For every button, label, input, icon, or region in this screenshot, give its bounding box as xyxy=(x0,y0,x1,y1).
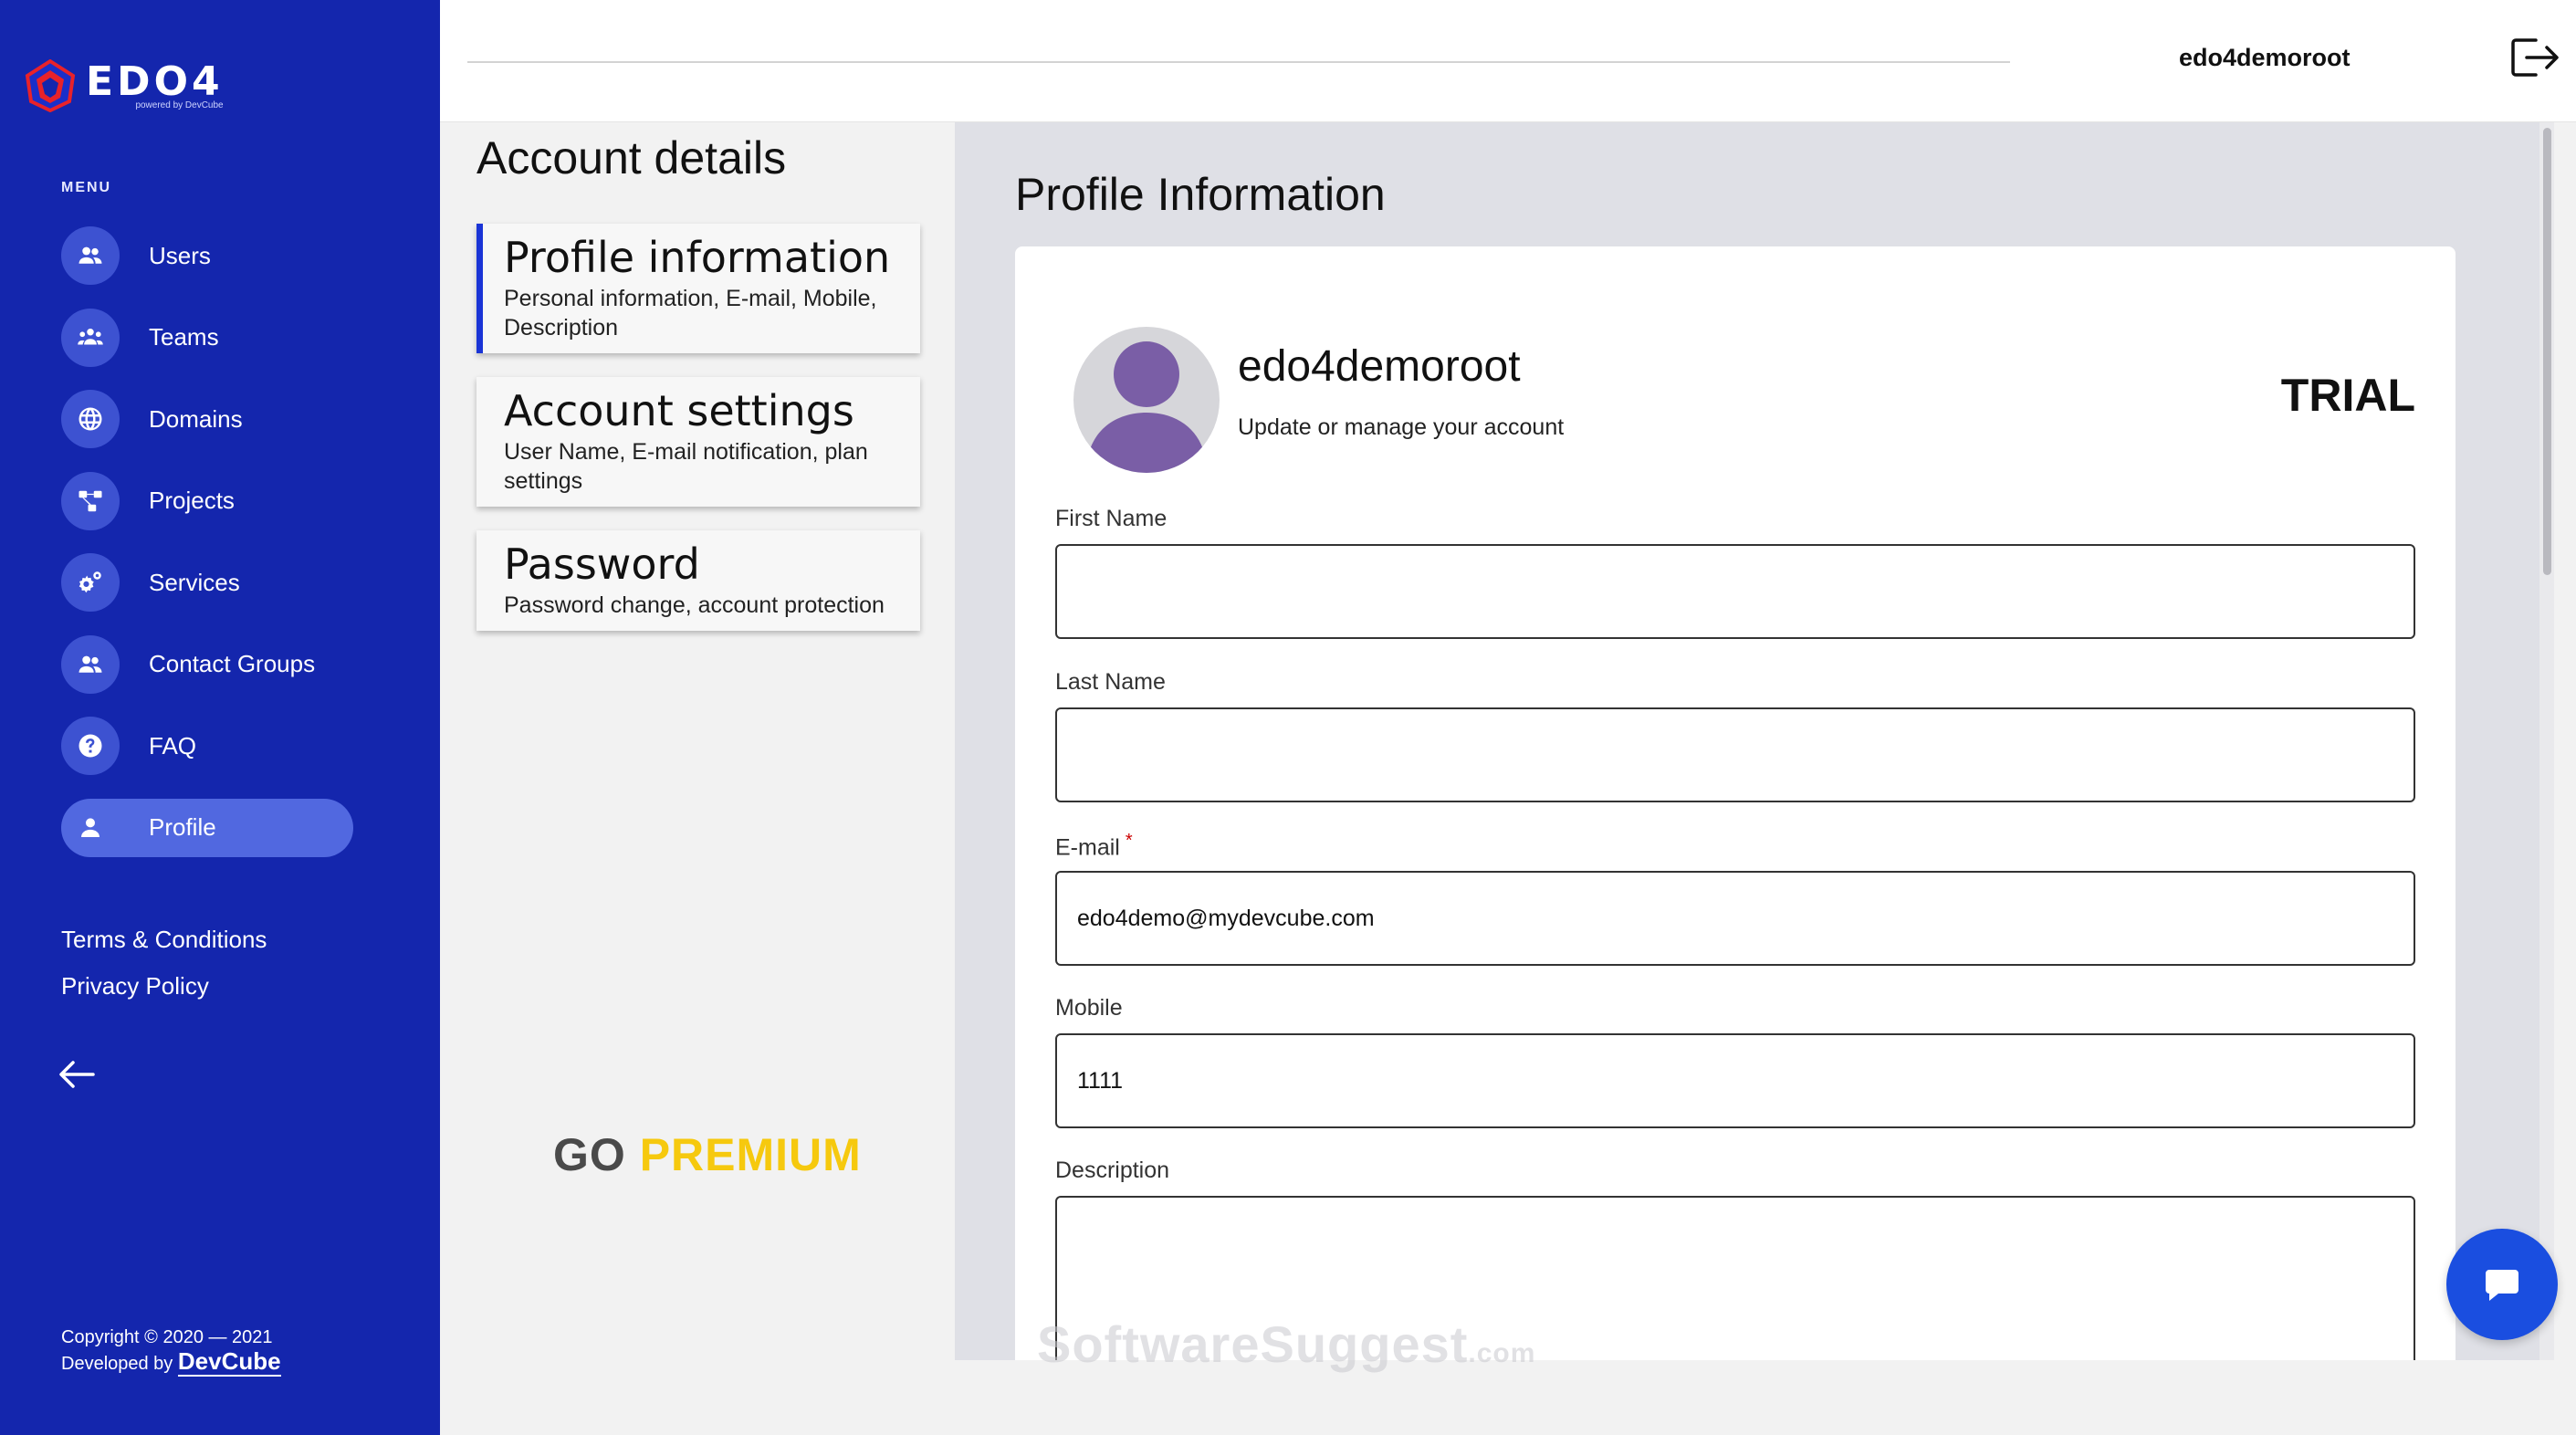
sidebar-item-label: Projects xyxy=(149,487,235,514)
sidebar-item-faq[interactable]: FAQ xyxy=(61,717,353,775)
sidebar-item-label: Users xyxy=(149,241,211,269)
first-name-input[interactable] xyxy=(1055,544,2415,639)
sidebar-item-projects[interactable]: Projects xyxy=(61,471,353,530)
sidebar-item-label: Profile xyxy=(149,813,216,841)
avatar-user-icon xyxy=(1086,341,1207,473)
top-bar: edo4demoroot xyxy=(440,0,2576,122)
sidebar-nav: Users Teams Domains Projects Services Co… xyxy=(61,226,353,880)
profile-information-panel: Profile Information edo4demoroot Update … xyxy=(955,122,2554,1360)
mobile-input[interactable] xyxy=(1055,1033,2415,1128)
card-description: Personal information, E-mail, Mobile, De… xyxy=(504,286,877,340)
profile-information-card[interactable]: Profile information Personal information… xyxy=(476,224,920,353)
collapse-arrow-icon[interactable] xyxy=(57,1059,97,1090)
scrollbar-thumb[interactable] xyxy=(2543,128,2551,575)
account-details-title: Account details xyxy=(476,132,787,183)
premium-text: PREMIUM xyxy=(639,1129,862,1180)
profile-information-title: Profile Information xyxy=(1015,169,1386,220)
header-username[interactable]: edo4demoroot xyxy=(2179,44,2351,72)
account-details-panel: Account details Profile information Pers… xyxy=(440,122,955,1435)
watermark: SoftwareSuggest.com xyxy=(1037,1315,1535,1374)
app-logo[interactable]: EDO4 powered by DevCube xyxy=(24,58,298,113)
sidebar-item-teams[interactable]: Teams xyxy=(61,308,353,367)
password-card[interactable]: Password Password change, account protec… xyxy=(476,530,920,631)
logout-icon[interactable] xyxy=(2508,35,2560,80)
sidebar: EDO4 powered by DevCube MENU Users Teams… xyxy=(0,0,440,1435)
profile-subtitle: Update or manage your account xyxy=(1238,414,1565,440)
sidebar-links: Terms & Conditions Privacy Policy xyxy=(61,926,267,1019)
first-name-label: First Name xyxy=(1055,506,1168,531)
last-name-input[interactable] xyxy=(1055,707,2415,802)
watermark-text: SoftwareSuggest xyxy=(1037,1315,1469,1373)
logo-subtitle: powered by DevCube xyxy=(135,100,224,110)
card-description: Password change, account protection xyxy=(504,592,885,618)
contact-groups-icon xyxy=(61,634,120,694)
developed-by-text: Developed by xyxy=(61,1354,173,1374)
logo-wordmark: EDO4 xyxy=(86,58,224,105)
plan-badge: TRIAL xyxy=(2280,370,2415,421)
topbar-divider xyxy=(467,61,2010,63)
card-title: Password xyxy=(504,539,700,589)
chat-button[interactable] xyxy=(2446,1229,2558,1340)
sidebar-item-label: Domains xyxy=(149,404,243,433)
sidebar-item-users[interactable]: Users xyxy=(61,226,353,285)
projects-icon xyxy=(61,471,120,530)
menu-label: MENU xyxy=(61,180,112,195)
sidebar-item-contact-groups[interactable]: Contact Groups xyxy=(61,634,353,694)
question-icon xyxy=(61,717,120,775)
mobile-label: Mobile xyxy=(1055,995,1123,1021)
go-text: GO xyxy=(553,1129,626,1180)
chat-bubble-icon xyxy=(2486,1270,2518,1301)
last-name-label: Last Name xyxy=(1055,669,1166,695)
sidebar-item-domains[interactable]: Domains xyxy=(61,390,353,448)
description-label: Description xyxy=(1055,1157,1170,1183)
copyright: Copyright © 2020 — 2021 Developed by Dev… xyxy=(61,1325,281,1377)
email-field[interactable] xyxy=(1055,871,2415,966)
account-settings-card[interactable]: Account settings User Name, E-mail notif… xyxy=(476,377,920,507)
card-title: Profile information xyxy=(504,233,891,282)
teams-icon xyxy=(61,308,120,367)
privacy-link[interactable]: Privacy Policy xyxy=(61,972,267,1000)
sidebar-item-services[interactable]: Services xyxy=(61,553,353,612)
profile-name: edo4demoroot xyxy=(1238,342,1521,391)
sidebar-item-label: Contact Groups xyxy=(149,650,316,677)
email-label: E-mail xyxy=(1055,834,1120,861)
gears-icon xyxy=(61,553,120,612)
required-marker: * xyxy=(1125,831,1133,851)
devcube-link[interactable]: DevCube xyxy=(177,1347,281,1377)
watermark-suffix: .com xyxy=(1468,1338,1536,1368)
users-icon xyxy=(61,226,120,285)
edo4-logo-icon xyxy=(25,59,76,112)
terms-link[interactable]: Terms & Conditions xyxy=(61,926,267,954)
sidebar-item-profile[interactable]: Profile xyxy=(61,798,353,857)
profile-form-card: edo4demoroot Update or manage your accou… xyxy=(1015,246,2456,1360)
copyright-text: Copyright © 2020 — 2021 xyxy=(61,1327,273,1347)
sidebar-item-label: Services xyxy=(149,568,240,596)
card-title: Account settings xyxy=(504,386,854,435)
avatar[interactable] xyxy=(1073,327,1220,473)
user-icon xyxy=(61,799,120,857)
sidebar-item-label: Teams xyxy=(149,323,219,351)
globe-icon xyxy=(61,390,120,448)
email-label-row: E-mail * xyxy=(1055,831,1133,861)
card-description: User Name, E-mail notification, plan set… xyxy=(504,439,868,494)
sidebar-item-label: FAQ xyxy=(149,731,197,759)
go-premium-button[interactable]: GO PREMIUM xyxy=(553,1128,862,1181)
